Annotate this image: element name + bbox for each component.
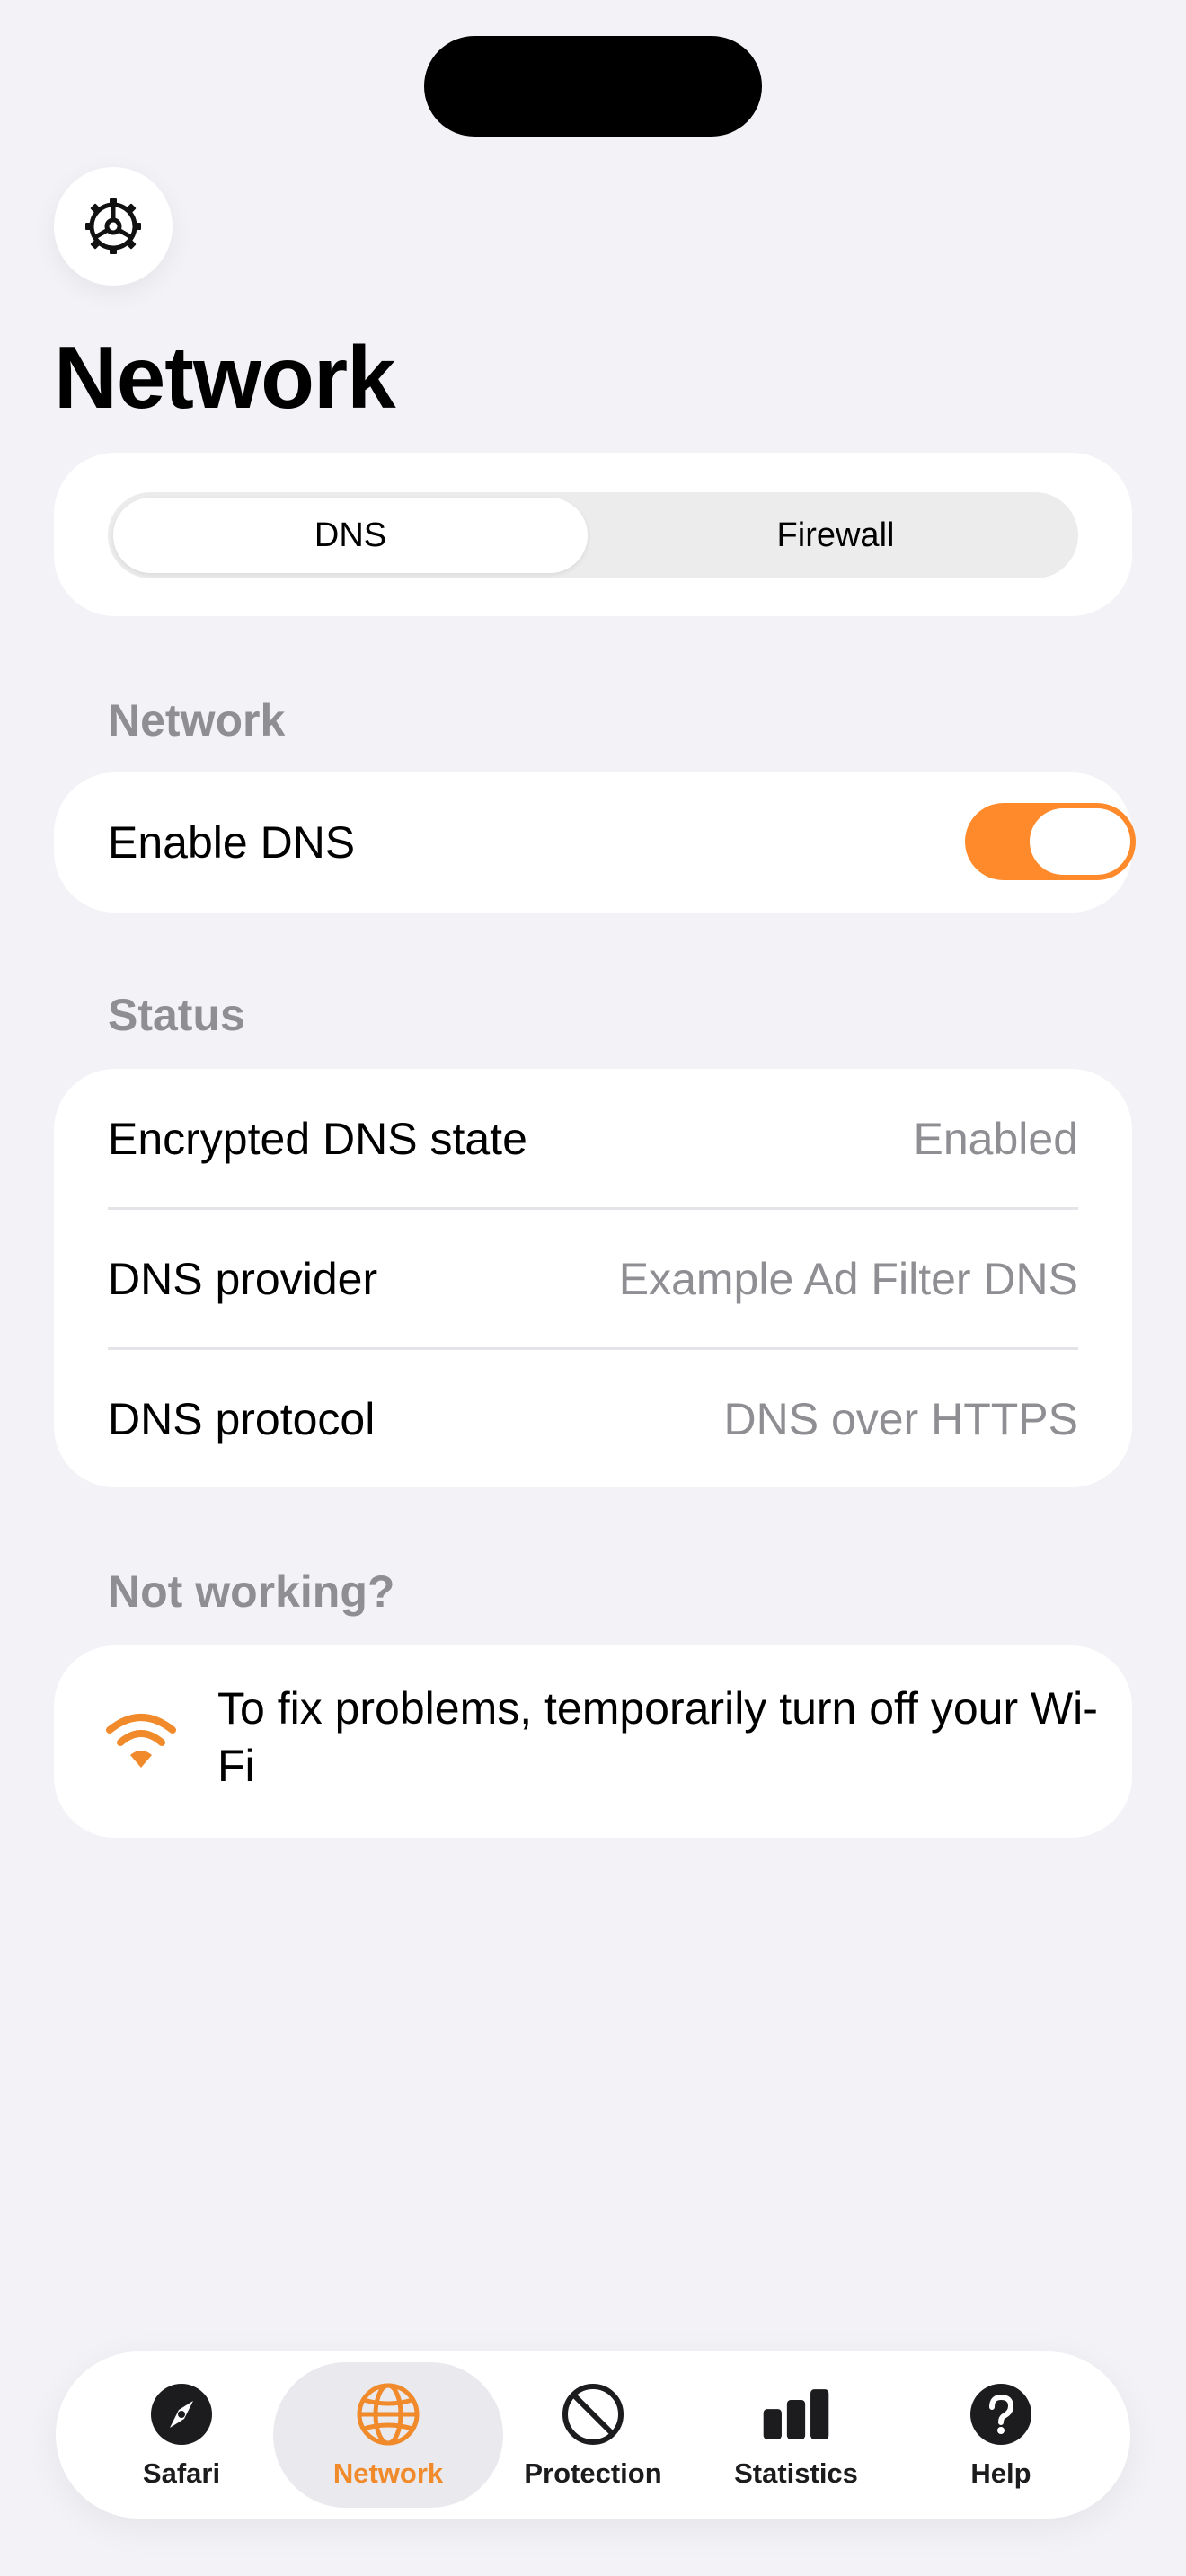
segment-card: DNS Firewall xyxy=(54,453,1132,616)
bar-chart-icon xyxy=(762,2380,830,2448)
status-label: DNS protocol xyxy=(108,1394,376,1444)
tab-protection[interactable]: Protection xyxy=(485,2362,701,2508)
status-row-dns-protocol: DNS protocol DNS over HTTPS xyxy=(108,1349,1078,1489)
enable-dns-label: Enable DNS xyxy=(108,817,356,868)
tab-network[interactable]: Network xyxy=(273,2362,503,2508)
wifi-help-card[interactable]: To fix problems, temporarily turn off yo… xyxy=(54,1645,1132,1838)
compass-icon xyxy=(147,2380,216,2448)
gear-icon xyxy=(85,198,141,254)
segment-firewall[interactable]: Firewall xyxy=(598,498,1073,573)
status-label: Encrypted DNS state xyxy=(108,1114,527,1164)
globe-icon xyxy=(354,2380,422,2448)
status-label: DNS provider xyxy=(108,1254,378,1304)
status-card: Encrypted DNS state Enabled DNS provider… xyxy=(54,1069,1132,1487)
question-icon xyxy=(967,2380,1035,2448)
status-row-dns-provider: DNS provider Example Ad Filter DNS xyxy=(108,1209,1078,1349)
tab-label: Network xyxy=(332,2457,444,2489)
status-value: Enabled xyxy=(913,1114,1079,1164)
status-value: Example Ad Filter DNS xyxy=(618,1254,1078,1304)
settings-button[interactable] xyxy=(54,167,173,286)
block-icon xyxy=(559,2380,627,2448)
enable-dns-toggle[interactable] xyxy=(965,803,1136,880)
tab-statistics[interactable]: Statistics xyxy=(688,2362,904,2508)
status-row-encrypted-dns: Encrypted DNS state Enabled xyxy=(108,1069,1078,1209)
segment-dns[interactable]: DNS xyxy=(113,498,588,573)
toggle-knob xyxy=(1030,808,1130,875)
tab-safari[interactable]: Safari xyxy=(74,2362,289,2508)
section-header-network: Network xyxy=(108,695,286,745)
segmented-control: DNS Firewall xyxy=(108,492,1078,578)
section-header-not-working: Not working? xyxy=(108,1566,395,1617)
wifi-icon xyxy=(106,1714,176,1768)
wifi-help-text: To fix problems, temporarily turn off yo… xyxy=(217,1683,1098,1791)
status-value: DNS over HTTPS xyxy=(723,1394,1078,1444)
dynamic-island xyxy=(424,36,762,137)
tab-label: Safari xyxy=(142,2457,221,2489)
tab-label: Statistics xyxy=(734,2457,858,2489)
tab-label: Protection xyxy=(524,2457,662,2489)
tab-help[interactable]: Help xyxy=(893,2362,1109,2508)
tab-bar: Safari Network Protection Statistics Hel… xyxy=(56,2351,1130,2519)
tab-label: Help xyxy=(970,2457,1031,2489)
page-title: Network xyxy=(54,328,396,427)
section-header-status: Status xyxy=(108,990,245,1040)
enable-dns-row: Enable DNS xyxy=(54,772,1136,913)
